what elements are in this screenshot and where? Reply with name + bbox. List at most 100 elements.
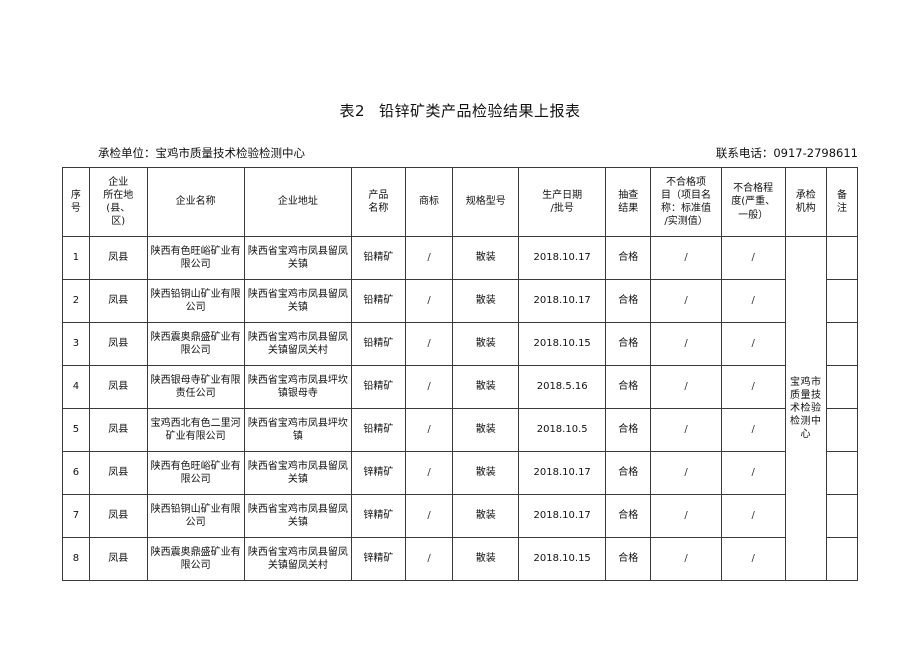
cell-fail-item: /: [650, 408, 722, 452]
cell-brand: /: [404, 279, 454, 323]
cell-brand: /: [404, 408, 454, 452]
cell-note: [825, 537, 859, 581]
cell-production-date: 2018.10.17: [518, 279, 607, 323]
cell-company-name: 陕西震奥鼎盛矿业有限公司: [146, 537, 245, 581]
cell-fail-degree: /: [720, 408, 786, 452]
cell-product: 铅精矿: [351, 408, 406, 452]
column-header-fail-item-l2: 目（项目名: [661, 189, 712, 201]
cell-production-date: 2018.10.5: [518, 408, 607, 452]
column-header-date-l1: 生产日期: [542, 189, 583, 201]
title-text: 铅锌矿类产品检验结果上报表: [379, 102, 581, 120]
table-row: 4 凤县 陕西银母寺矿业有限责任公司 陕西省宝鸡市凤县坪坎镇银母寺 铅精矿 / 散装 2018…: [62, 365, 859, 409]
cell-seq: 5: [62, 408, 90, 452]
table-header: 序 号 企业 所在地(县、 区) 企业名称 企业地址 产品 名称 商标 规格型号…: [62, 167, 859, 237]
cell-fail-item: /: [650, 322, 722, 366]
column-header-note: 备 注: [825, 167, 859, 237]
table-row: 8 凤县 陕西震奥鼎盛矿业有限公司 陕西省宝鸡市凤县留凤关镇留凤关村 锌精矿 / 散装 201…: [62, 537, 859, 581]
document-page: 表2 铅锌矿类产品检验结果上报表 承检单位：宝鸡市质量技术检验检测中心 联系电话：…: [0, 0, 920, 651]
cell-production-date: 2018.10.17: [518, 236, 607, 280]
cell-inspection-result: 合格: [605, 279, 652, 323]
cell-product: 锌精矿: [351, 494, 406, 538]
cell-note: [825, 494, 859, 538]
cell-fail-item: /: [650, 236, 722, 280]
cell-company-name: 陕西震奥鼎盛矿业有限公司: [146, 322, 245, 366]
cell-production-date: 2018.10.15: [518, 322, 607, 366]
cell-note: [825, 408, 859, 452]
table-row: 1 凤县 陕西有色旺峪矿业有限公司 陕西省宝鸡市凤县留凤关镇 铅精矿 / 散装 2018.10…: [62, 236, 859, 581]
cell-brand: /: [404, 365, 454, 409]
column-header-spec: 规格型号: [452, 167, 520, 237]
column-header-product: 产品 名称: [351, 167, 406, 237]
column-header-location-l3: 区): [111, 216, 126, 228]
column-header-fail-degree-l3: 一般）: [738, 209, 769, 221]
cell-production-date: 2018.10.17: [518, 451, 607, 495]
column-header-note-l2: 注: [836, 203, 847, 214]
column-header-result-l1: 抽查: [618, 189, 639, 201]
inspection-unit: 承检单位：宝鸡市质量技术检验检测中心: [98, 146, 305, 160]
table-row: 7 凤县 陕西铅铜山矿业有限公司 陕西省宝鸡市凤县留凤关镇 锌精矿 / 散装 2018.10.…: [62, 494, 859, 538]
column-header-date-l2: /批号: [550, 203, 574, 214]
column-header-fail-item-l1: 不合格项: [666, 176, 707, 188]
column-header-result: 抽查 结果: [605, 167, 652, 237]
cell-product: 铅精矿: [351, 322, 406, 366]
column-header-company-name: 企业名称: [146, 167, 245, 237]
cell-seq: 8: [62, 537, 90, 581]
column-header-seq-char2: 号: [70, 203, 81, 214]
cell-fail-item: /: [650, 451, 722, 495]
column-header-fail-degree-l1: 不合格程: [733, 183, 774, 195]
cell-company-name: 陕西有色旺峪矿业有限公司: [146, 451, 245, 495]
column-header-fail-item: 不合格项 目（项目名 称：标准值 /实测值）: [650, 167, 722, 237]
document-meta: 承检单位：宝鸡市质量技术检验检测中心 联系电话：0917-2798611: [0, 145, 920, 161]
cell-location: 凤县: [88, 408, 148, 452]
column-header-product-l1: 产品: [368, 189, 389, 201]
cell-company-address: 陕西省宝鸡市凤县留凤关镇留凤关村: [243, 322, 353, 366]
cell-production-date: 2018.10.15: [518, 537, 607, 581]
cell-brand: /: [404, 322, 454, 366]
cell-location: 凤县: [88, 365, 148, 409]
column-header-fail-degree-l2: 度(严重、: [731, 196, 776, 208]
cell-brand: /: [404, 537, 454, 581]
cell-inspection-result: 合格: [605, 322, 652, 366]
cell-spec: 散装: [452, 494, 520, 538]
inspection-results-table: 序 号 企业 所在地(县、 区) 企业名称 企业地址 产品 名称 商标 规格型号…: [62, 167, 859, 581]
cell-company-name: 陕西铅铜山矿业有限公司: [146, 494, 245, 538]
table-row: 5 凤县 宝鸡西北有色二里河矿业有限公司 陕西省宝鸡市凤县坪坎镇 铅精矿 / 散装 2018.…: [62, 408, 859, 452]
cell-company-address: 陕西省宝鸡市凤县留凤关镇: [243, 279, 353, 323]
table-header-row: 序 号 企业 所在地(县、 区) 企业名称 企业地址 产品 名称 商标 规格型号…: [62, 167, 859, 237]
cell-production-date: 2018.5.16: [518, 365, 607, 409]
cell-product: 铅精矿: [351, 279, 406, 323]
column-header-company-address: 企业地址: [243, 167, 353, 237]
cell-company-name: 宝鸡西北有色二里河矿业有限公司: [146, 408, 245, 452]
cell-product: 锌精矿: [351, 451, 406, 495]
cell-location: 凤县: [88, 494, 148, 538]
column-header-seq-char1: 序: [70, 189, 81, 201]
contact-phone: 联系电话：0917-2798611: [715, 146, 858, 160]
page-title: 表2 铅锌矿类产品检验结果上报表: [0, 0, 920, 121]
cell-spec: 散装: [452, 279, 520, 323]
cell-inspection-organization: 宝鸡市质量技术检验检测中心: [784, 236, 827, 581]
cell-note: [825, 451, 859, 495]
cell-fail-degree: /: [720, 365, 786, 409]
column-header-date: 生产日期 /批号: [518, 167, 607, 237]
cell-fail-degree: /: [720, 494, 786, 538]
cell-location: 凤县: [88, 322, 148, 366]
column-header-org-l1: 承检: [795, 189, 816, 201]
cell-company-name: 陕西银母寺矿业有限责任公司: [146, 365, 245, 409]
column-header-fail-item-l4: /实测值）: [664, 216, 708, 228]
cell-seq: 3: [62, 322, 90, 366]
cell-product: 铅精矿: [351, 365, 406, 409]
table-body: 1 凤县 陕西有色旺峪矿业有限公司 陕西省宝鸡市凤县留凤关镇 铅精矿 / 散装 2018.10…: [62, 236, 859, 581]
cell-location: 凤县: [88, 451, 148, 495]
column-header-location-l1: 企业: [108, 176, 129, 188]
cell-spec: 散装: [452, 236, 520, 280]
cell-inspection-result: 合格: [605, 365, 652, 409]
cell-fail-item: /: [650, 279, 722, 323]
cell-fail-item: /: [650, 365, 722, 409]
cell-production-date: 2018.10.17: [518, 494, 607, 538]
cell-product: 铅精矿: [351, 236, 406, 280]
cell-location: 凤县: [88, 236, 148, 280]
column-header-fail-degree: 不合格程 度(严重、 一般）: [720, 167, 786, 237]
column-header-note-l1: 备: [836, 189, 847, 201]
table-row: 6 凤县 陕西有色旺峪矿业有限公司 陕西省宝鸡市凤县留凤关镇 锌精矿 / 散装 2018.10…: [62, 451, 859, 495]
cell-fail-degree: /: [720, 236, 786, 280]
